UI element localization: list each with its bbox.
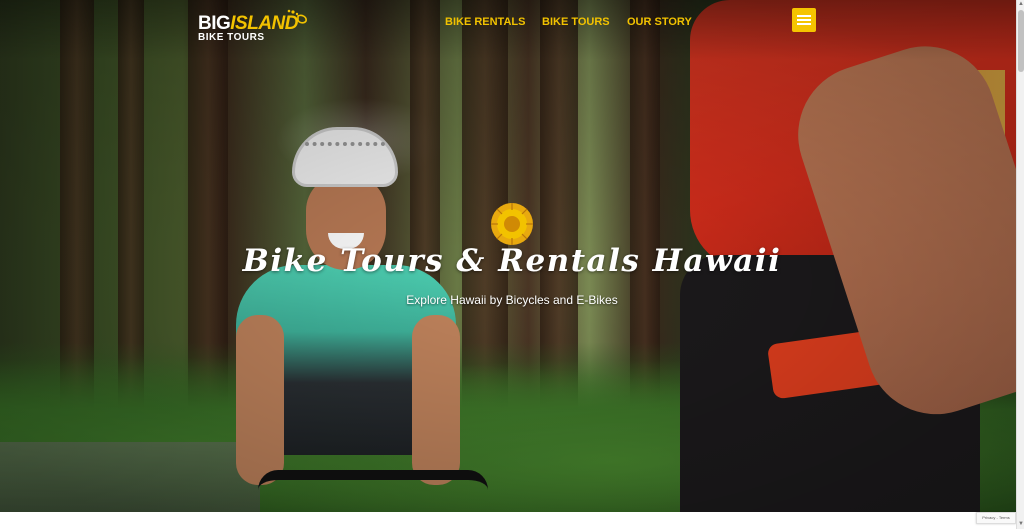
scroll-up-arrow-icon[interactable]: ▲ <box>1018 1 1024 7</box>
nav-bike-rentals[interactable]: BIKE RENTALS <box>445 16 525 28</box>
nav-our-story[interactable]: OUR STORY <box>627 16 692 28</box>
recaptcha-badge[interactable]: Privacy - Terms <box>976 512 1016 524</box>
hamburger-menu-button[interactable] <box>792 8 816 32</box>
hero-subtitle: Explore Hawaii by Bicycles and E-Bikes <box>406 293 618 307</box>
hamburger-menu-icon <box>797 15 811 17</box>
logo-wordmark: BIGISLAND <box>198 13 299 34</box>
hero-title: Bike Tours & Rentals Hawaii <box>242 243 782 279</box>
site-logo[interactable]: BIGISLAND BIKE TOURS <box>198 6 310 44</box>
scroll-down-arrow-icon[interactable]: ▼ <box>1018 521 1024 527</box>
hawaii-islands-icon <box>287 9 307 24</box>
sun-emblem-icon <box>491 203 533 245</box>
logo-tagline: BIKE TOURS <box>198 32 265 43</box>
page-below-fold <box>0 512 1016 529</box>
nav-bike-tours[interactable]: BIKE TOURS <box>542 16 610 28</box>
scrollbar-thumb[interactable] <box>1018 10 1024 72</box>
page-scrollbar[interactable]: ▲ ▼ <box>1016 0 1024 529</box>
